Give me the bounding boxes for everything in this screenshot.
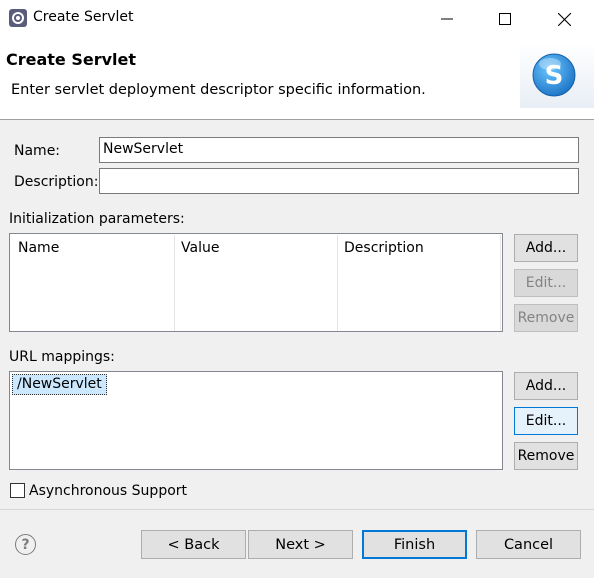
next-button[interactable]: Next > — [248, 530, 353, 559]
url-mappings-label: URL mappings: — [9, 349, 115, 365]
mapping-remove-button[interactable]: Remove — [514, 442, 578, 470]
mapping-add-button[interactable]: Add... — [514, 372, 578, 400]
minimize-icon — [441, 18, 453, 20]
init-add-button[interactable]: Add... — [514, 234, 578, 262]
url-mappings-list[interactable]: /NewServlet — [9, 371, 503, 470]
cancel-button[interactable]: Cancel — [476, 530, 581, 559]
column-divider — [500, 235, 501, 331]
eclipse-gear-icon — [9, 9, 27, 27]
init-edit-button[interactable]: Edit... — [514, 269, 578, 297]
column-header-value[interactable]: Value — [181, 240, 219, 256]
init-params-label: Initialization parameters: — [9, 211, 185, 227]
help-icon[interactable]: ? — [15, 534, 36, 555]
servlet-s-icon: S — [520, 42, 594, 108]
name-field[interactable]: NewServlet — [99, 137, 579, 163]
init-params-table[interactable]: Name Value Description — [9, 233, 503, 332]
async-support-checkbox[interactable] — [10, 483, 25, 498]
description-label: Description: — [14, 174, 99, 190]
window-title: Create Servlet — [33, 9, 134, 25]
name-label: Name: — [14, 143, 61, 159]
async-support-label[interactable]: Asynchronous Support — [29, 483, 187, 499]
maximize-button[interactable] — [476, 0, 534, 38]
list-item[interactable]: /NewServlet — [12, 374, 107, 395]
init-remove-button[interactable]: Remove — [514, 304, 578, 332]
minimize-button[interactable] — [418, 0, 476, 38]
column-header-description[interactable]: Description — [344, 240, 424, 256]
close-icon — [557, 12, 571, 26]
maximize-icon — [499, 13, 511, 25]
back-button[interactable]: < Back — [141, 530, 246, 559]
title-bar: Create Servlet — [0, 0, 594, 38]
close-button[interactable] — [535, 0, 593, 38]
column-divider — [174, 235, 175, 331]
logo-letter: S — [545, 61, 564, 91]
page-description: Enter servlet deployment descriptor spec… — [11, 82, 426, 98]
column-header-name[interactable]: Name — [18, 240, 59, 256]
page-title: Create Servlet — [6, 50, 137, 69]
column-divider — [337, 235, 338, 331]
finish-button[interactable]: Finish — [362, 530, 467, 559]
description-field[interactable] — [99, 168, 579, 194]
wizard-banner: Create Servlet Enter servlet deployment … — [0, 38, 594, 120]
footer-divider — [0, 509, 594, 510]
mapping-edit-button[interactable]: Edit... — [514, 407, 578, 435]
